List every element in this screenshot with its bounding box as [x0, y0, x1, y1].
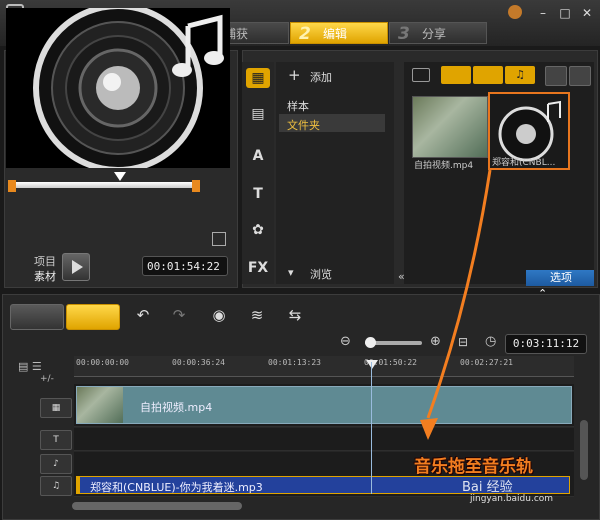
watermark-brand: Bai 经验: [462, 480, 513, 495]
annotation-arrow: [420, 169, 492, 440]
annotation-text: 音乐拖至音乐轨: [414, 457, 533, 477]
watermark-url: jingyan.baidu.com: [470, 494, 554, 504]
